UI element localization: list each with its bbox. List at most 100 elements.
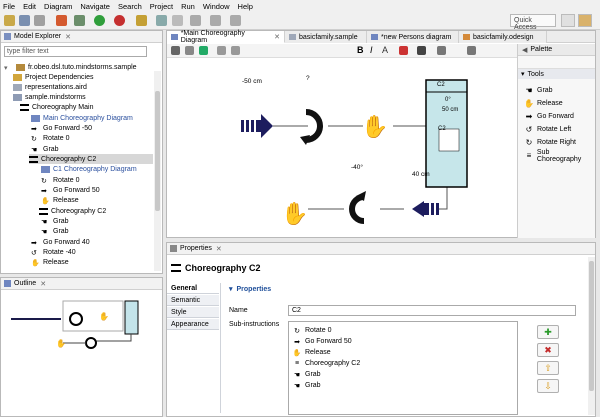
outline-thumbnail[interactable]: ✋ ✋ bbox=[1, 291, 161, 416]
move-down-button[interactable]: ⇩ bbox=[537, 379, 559, 393]
tool-grab[interactable]: ☚ Grab bbox=[524, 85, 552, 96]
section-properties[interactable]: ▾ Properties bbox=[229, 285, 271, 294]
tab-semantic[interactable]: Semantic bbox=[167, 295, 219, 306]
search-icon[interactable] bbox=[156, 15, 167, 26]
perspective-icon[interactable] bbox=[578, 14, 592, 27]
tree-item-project[interactable]: ▾ fr.obeo.dsl.tuto.mindstorms.sample bbox=[4, 62, 137, 72]
tab-main-diagram[interactable]: *Main Choreography Diagram ✕ bbox=[167, 30, 285, 44]
tree-item-grab[interactable]: ☚ Grab bbox=[31, 144, 59, 154]
menu-navigate[interactable]: Navigate bbox=[80, 2, 110, 11]
tree-item-go-forward-40[interactable]: ➡ Go Forward 40 bbox=[31, 237, 90, 247]
open-type-icon[interactable] bbox=[136, 15, 147, 26]
name-field[interactable]: C2 bbox=[288, 305, 576, 316]
sirius-icon[interactable] bbox=[56, 15, 67, 26]
open-perspective-icon[interactable] bbox=[561, 14, 575, 27]
tab-basicfamily-sample[interactable]: basicfamily.sample bbox=[285, 31, 367, 43]
tree-item-choreo-c2-nested[interactable]: Choreography C2 bbox=[39, 206, 106, 216]
menu-help[interactable]: Help bbox=[238, 2, 253, 11]
annotation-icon[interactable] bbox=[172, 15, 183, 26]
save-all-icon[interactable] bbox=[34, 15, 45, 26]
node-go-forward-40[interactable] bbox=[412, 201, 439, 217]
filters-icon[interactable] bbox=[217, 46, 226, 55]
save-icon[interactable] bbox=[19, 15, 30, 26]
close-icon[interactable]: ✕ bbox=[65, 33, 71, 41]
back-icon[interactable] bbox=[210, 15, 221, 26]
debug-icon[interactable] bbox=[74, 15, 85, 26]
quick-access-input[interactable]: Quick Access bbox=[510, 14, 556, 31]
tree-item-main-diagram[interactable]: Main Choreography Diagram bbox=[31, 113, 133, 123]
node-release[interactable]: ✋ bbox=[281, 201, 308, 226]
tree-item-deps[interactable]: Project Dependencies bbox=[13, 72, 94, 82]
tree-item-grab-b[interactable]: ☚ Grab bbox=[41, 216, 69, 226]
tab-persons-diagram[interactable]: *new Persons diagram bbox=[367, 31, 459, 43]
properties-scrollbar[interactable] bbox=[588, 257, 595, 415]
tree-item-release[interactable]: ✋ Release bbox=[41, 195, 79, 205]
tree-item-go-forward-50[interactable]: ➡ Go Forward 50 bbox=[41, 185, 100, 195]
scrollbar-thumb[interactable] bbox=[155, 91, 160, 211]
tool-sub-choreography[interactable]: ≡ Sub Choreography bbox=[524, 149, 595, 163]
fill-color-icon[interactable] bbox=[399, 46, 408, 55]
tree-item-grab-c[interactable]: ☚ Grab bbox=[41, 226, 69, 236]
close-icon[interactable]: ✕ bbox=[216, 245, 222, 253]
edge-4[interactable] bbox=[438, 187, 448, 210]
menu-diagram[interactable]: Diagram bbox=[44, 2, 72, 11]
list-item[interactable]: ➡ Go Forward 50 bbox=[292, 336, 352, 347]
italic-icon[interactable]: I bbox=[370, 45, 373, 55]
new-icon[interactable] bbox=[4, 15, 15, 26]
tab-style[interactable]: Style bbox=[167, 307, 219, 318]
list-item[interactable]: ☚ Grab bbox=[292, 369, 321, 380]
list-item[interactable]: ↻ Rotate 0 bbox=[292, 325, 331, 336]
tab-appearance[interactable]: Appearance bbox=[167, 319, 219, 330]
forward-icon[interactable] bbox=[230, 15, 241, 26]
close-icon[interactable]: ✕ bbox=[40, 280, 46, 288]
tree-item-choreo-main[interactable]: Choreography Main bbox=[20, 102, 93, 112]
menu-project[interactable]: Project bbox=[150, 2, 173, 11]
remove-button[interactable]: ✖ bbox=[537, 343, 559, 357]
tool-release[interactable]: ✋ Release bbox=[524, 98, 563, 109]
list-item[interactable]: ≡ Choreography C2 bbox=[292, 358, 360, 369]
external-tools-icon[interactable] bbox=[114, 15, 125, 26]
add-button[interactable]: ✚ bbox=[537, 325, 559, 339]
run-icon[interactable] bbox=[94, 15, 105, 26]
tool-go-forward[interactable]: ➡ Go Forward bbox=[524, 111, 574, 122]
tree-item-c1-diagram[interactable]: C1 Choreography Diagram bbox=[41, 164, 137, 174]
tab-odesign[interactable]: basicfamily.odesign bbox=[459, 31, 547, 43]
diagram-canvas[interactable]: ✋ ✋ bbox=[168, 59, 516, 237]
menu-run[interactable]: Run bbox=[181, 2, 195, 11]
tab-general[interactable]: General bbox=[167, 283, 219, 294]
menu-file[interactable]: File bbox=[3, 2, 15, 11]
nav-prev-icon[interactable] bbox=[190, 15, 201, 26]
node-grab[interactable]: ✋ bbox=[361, 114, 388, 139]
tree-item-rotate-neg40[interactable]: ↺ Rotate -40 bbox=[31, 247, 76, 257]
tool-rotate-left[interactable]: ↺ Rotate Left bbox=[524, 124, 572, 135]
font-color-icon[interactable]: A bbox=[382, 45, 388, 55]
scrollbar-track[interactable] bbox=[154, 71, 161, 271]
menu-search[interactable]: Search bbox=[118, 2, 142, 11]
node-rotate-neg40[interactable] bbox=[349, 191, 366, 224]
node-rotate-q[interactable] bbox=[300, 109, 323, 145]
layers-icon[interactable] bbox=[231, 46, 240, 55]
move-up-button[interactable]: ⇧ bbox=[537, 361, 559, 375]
arrange-icon[interactable] bbox=[171, 46, 180, 55]
refresh-icon[interactable] bbox=[199, 46, 208, 55]
sub-instructions-list[interactable]: ↻ Rotate 0 ➡ Go Forward 50 ✋ Release ≡ Chore… bbox=[288, 321, 518, 415]
zoom-icon[interactable] bbox=[467, 46, 476, 55]
tree-item-rotate0-b[interactable]: ↻ Rotate 0 bbox=[41, 175, 79, 185]
list-item[interactable]: ☚ Grab bbox=[292, 380, 321, 391]
list-item[interactable]: ✋ Release bbox=[292, 347, 331, 358]
palette-section-tools[interactable]: ▾ Tools bbox=[518, 69, 595, 79]
tree-item-go-forward-neg50[interactable]: ➡ Go Forward -50 bbox=[31, 123, 92, 133]
tree-item-sample[interactable]: sample.mindstorms bbox=[13, 92, 86, 102]
tree-item-aird[interactable]: representations.aird bbox=[13, 82, 87, 92]
line-color-icon[interactable] bbox=[417, 46, 426, 55]
tool-rotate-right[interactable]: ↻ Rotate Right bbox=[524, 137, 576, 148]
outline-title[interactable]: Outline bbox=[14, 280, 36, 287]
node-go-back[interactable] bbox=[241, 114, 273, 138]
model-explorer-title[interactable]: Model Explorer bbox=[14, 33, 61, 40]
tree-item-release-b[interactable]: ✋ Release bbox=[31, 257, 69, 267]
tree-item-rotate0[interactable]: ↻ Rotate 0 bbox=[31, 133, 69, 143]
line-style-icon[interactable] bbox=[437, 46, 446, 55]
menu-edit[interactable]: Edit bbox=[23, 2, 36, 11]
bold-icon[interactable]: B bbox=[357, 45, 364, 55]
menu-window[interactable]: Window bbox=[203, 2, 230, 11]
